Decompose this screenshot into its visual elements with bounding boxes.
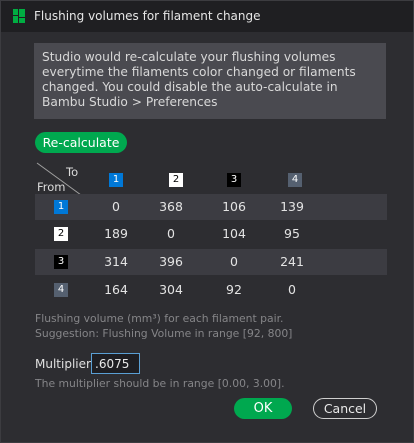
flush-volume-cell[interactable]: 189 (91, 226, 141, 241)
row-header-badge: 1 (54, 200, 68, 214)
flush-volume-cell[interactable]: 139 (267, 199, 317, 214)
recalculate-button[interactable]: Re-calculate (35, 132, 127, 153)
flush-volume-cell[interactable]: 104 (209, 226, 259, 241)
row-header-badge: 3 (54, 255, 68, 269)
title-bar: Flushing volumes for filament change (1, 1, 413, 32)
flush-volume-cell[interactable]: 314 (91, 254, 141, 269)
flushing-volumes-dialog: Flushing volumes for filament change Stu… (0, 0, 414, 443)
flush-volume-cell[interactable]: 164 (91, 282, 141, 297)
flush-volume-cell[interactable]: 241 (267, 254, 317, 269)
column-header-badge: 1 (109, 173, 123, 187)
flush-volume-cell[interactable]: 95 (267, 226, 317, 241)
header-to-label: To (66, 165, 79, 179)
header-from-label: From (37, 180, 66, 194)
flush-volume-cell[interactable]: 106 (209, 199, 259, 214)
flush-volume-cell[interactable]: 304 (146, 282, 196, 297)
flush-volume-cell[interactable]: 0 (91, 199, 141, 214)
row-header-badge: 2 (54, 227, 68, 241)
ok-button[interactable]: OK (234, 398, 292, 419)
flush-volume-cell[interactable]: 368 (146, 199, 196, 214)
multiplier-range-note: The multiplier should be in range [0.00,… (35, 377, 285, 390)
bambu-studio-logo-icon (13, 9, 25, 23)
multiplier-input[interactable] (91, 353, 140, 374)
flush-volume-cell[interactable]: 92 (209, 282, 259, 297)
info-message: Studio would re-calculate your flushing … (34, 43, 386, 119)
cancel-button[interactable]: Cancel (313, 398, 377, 419)
column-header-badge: 4 (288, 173, 302, 187)
flush-volume-cell[interactable]: 0 (209, 254, 259, 269)
suggestion-note: Suggestion: Flushing Volume in range [92… (35, 327, 293, 340)
flush-volume-cell[interactable]: 0 (146, 226, 196, 241)
volume-unit-note: Flushing volume (mm³) for each filament … (35, 312, 284, 325)
flush-volume-cell[interactable]: 0 (267, 282, 317, 297)
row-header-badge: 4 (54, 283, 68, 297)
flush-volume-cell[interactable]: 396 (146, 254, 196, 269)
column-header-badge: 3 (227, 173, 241, 187)
column-header-badge: 2 (169, 173, 183, 187)
multiplier-label: Multiplier (35, 357, 91, 371)
window-title: Flushing volumes for filament change (34, 9, 261, 23)
